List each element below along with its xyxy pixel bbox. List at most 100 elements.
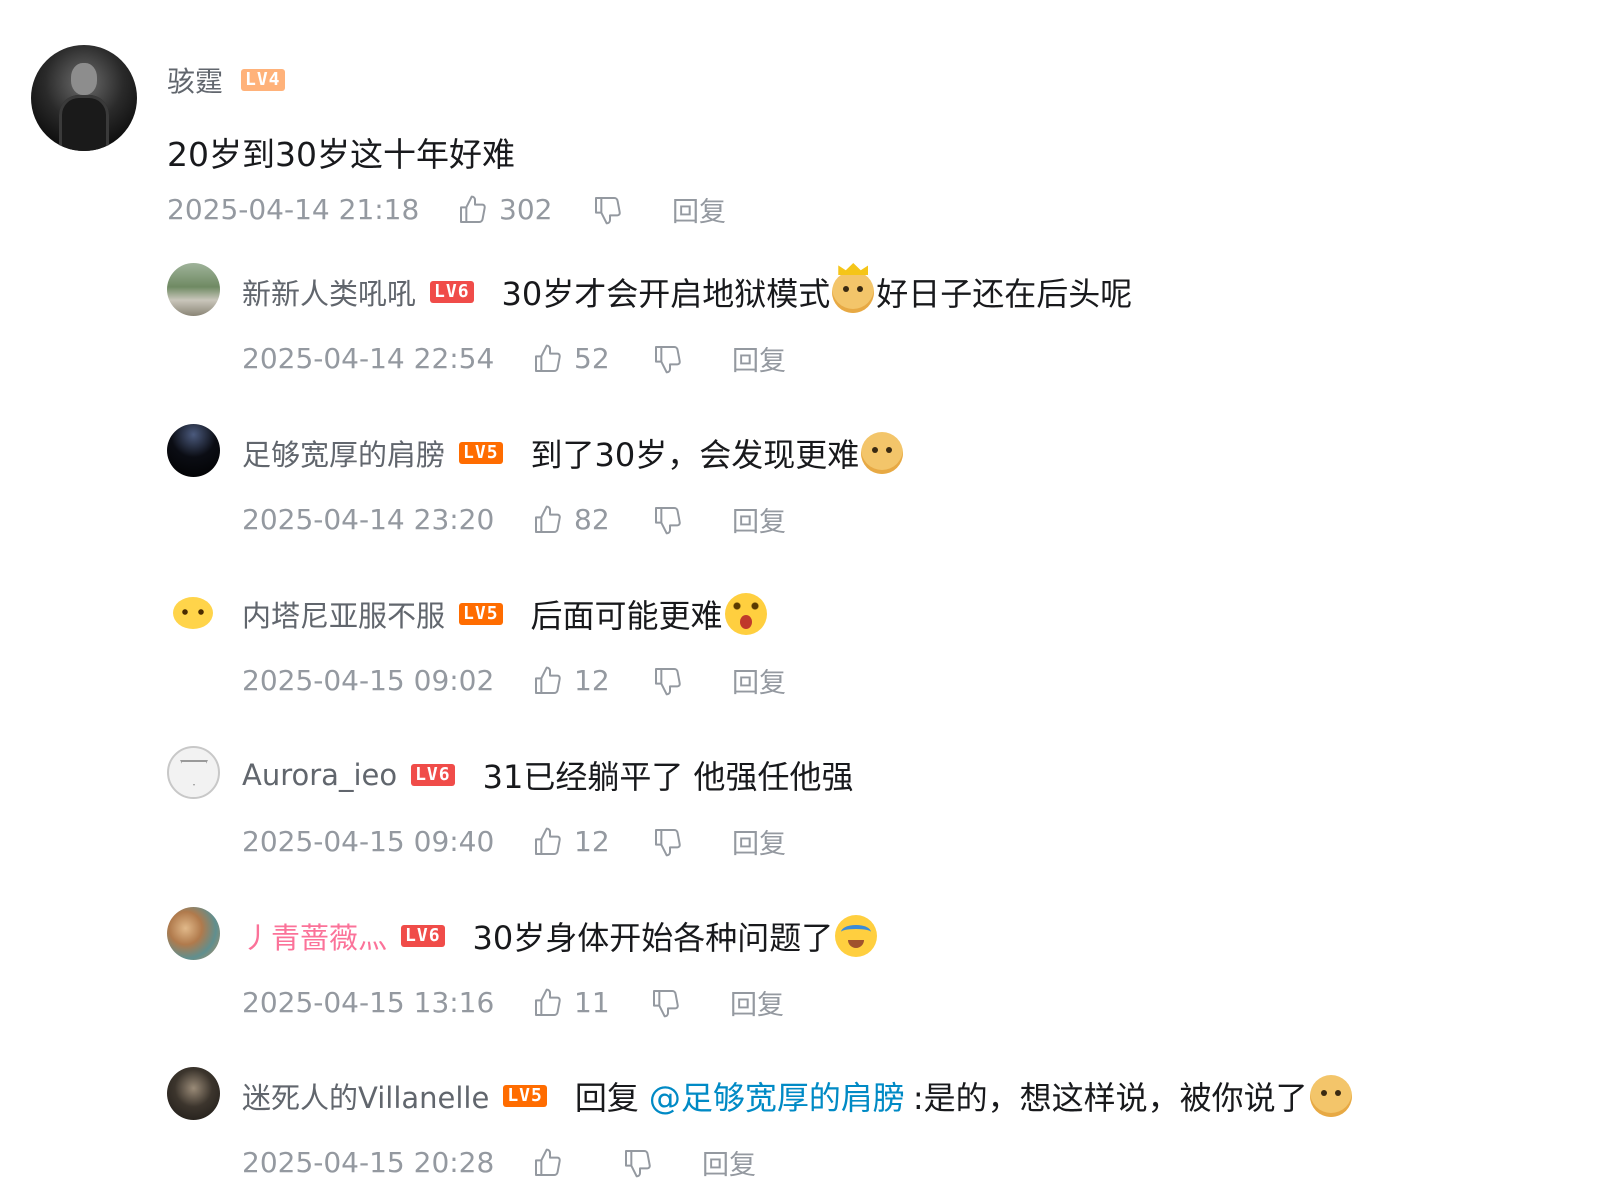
thumbs-up-icon [532,504,564,536]
level-badge: LV5 [459,442,503,464]
timestamp: 2025-04-14 21:18 [167,193,420,226]
avatar-figure-suit [59,95,109,151]
comment-text: 30岁才会开启地狱模式 [501,275,831,313]
doge-crown-emote [832,263,875,313]
comment-content: 20岁到30岁这十年好难 [167,135,515,174]
like-count: 302 [499,193,553,226]
thumbs-up-icon [532,1147,564,1179]
reply-button[interactable]: 回复 [732,500,786,539]
avatar[interactable] [167,585,220,638]
username[interactable]: 骇霆 [167,60,223,100]
reply-button[interactable]: 回复 [702,1143,756,1182]
like-button[interactable]: 11 [532,986,650,1019]
thumbs-down-icon [592,194,624,226]
avatar[interactable] [167,424,220,477]
like-count: 11 [574,986,610,1019]
level-badge: LV4 [241,69,285,91]
comment-meta: 2025-04-14 23:20 82 回复 [242,500,786,539]
reply-line: 足够宽厚的肩膀 LV5 到了30岁，会发现更难 [242,430,905,476]
comment-text: 30岁身体开始各种问题了 [472,919,834,957]
reply-prefix: 回复 [574,1079,639,1117]
timestamp: 2025-04-15 20:28 [242,1146,495,1179]
thumbs-down-icon [652,343,684,375]
timestamp: 2025-04-15 09:40 [242,825,495,858]
like-button[interactable]: 302 [457,193,592,226]
avatar[interactable] [167,907,220,960]
thumbs-up-icon [532,343,564,375]
reply-line: 新新人类吼吼 LV6 30岁才会开启地狱模式 好日子还在后头呢 [242,263,1132,315]
thumbs-down-icon [652,826,684,858]
level-badge: LV6 [430,281,474,303]
username[interactable]: 新新人类吼吼 [242,271,416,313]
doge-emote [1309,1075,1352,1117]
comment-meta: 2025-04-14 21:18 302 回复 [167,190,726,229]
like-count: 12 [574,664,610,697]
like-count: 12 [574,825,610,858]
comment-meta: 2025-04-15 09:02 12 回复 [242,661,786,700]
comment-meta: 2025-04-15 20:28 回复 [242,1143,756,1182]
reply-button[interactable]: 回复 [732,822,786,861]
comment-content: 到了30岁，会发现更难 [531,430,906,476]
username[interactable]: 丿青蔷薇灬 [242,915,387,957]
avatar[interactable] [167,1067,220,1120]
username[interactable]: 内塔尼亚服不服 [242,593,445,635]
thumbs-up-icon [532,826,564,858]
reply-button[interactable]: 回复 [732,339,786,378]
dislike-button[interactable] [652,665,732,697]
comment-meta: 2025-04-14 22:54 52 回复 [242,339,786,378]
comment-content: 31已经躺平了 他强任他强 [483,752,854,798]
like-count: 52 [574,342,610,375]
reply-line: Aurora_ieo LV6 31已经躺平了 他强任他强 [242,752,854,798]
level-badge: LV5 [503,1085,547,1107]
reply-line: 丿青蔷薇灬 LV6 30岁身体开始各种问题了 [242,913,879,959]
dislike-button[interactable] [592,194,672,226]
comment-thread: 骇霆 LV4 20岁到30岁这十年好难 2025-04-14 21:18 302… [0,0,1621,1203]
comment-content: 回复 @足够宽厚的肩膀 :是的，想这样说，被你说了 [575,1073,1354,1119]
thumbs-up-icon [457,194,489,226]
like-button[interactable]: 12 [532,664,652,697]
reply-button[interactable]: 回复 [730,983,784,1022]
username[interactable]: 足够宽厚的肩膀 [242,432,445,474]
dislike-button[interactable] [652,826,732,858]
dislike-button[interactable] [652,504,732,536]
timestamp: 2025-04-15 13:16 [242,986,495,1019]
comment-meta: 2025-04-15 09:40 12 回复 [242,822,786,861]
avatar[interactable] [167,263,220,316]
comment-text: :是的，想这样说，被你说了 [912,1079,1308,1117]
reply-button[interactable]: 回复 [672,190,726,229]
comment-text: 后面可能更难 [530,597,723,635]
avatar[interactable] [167,746,220,799]
username[interactable]: Aurora_ieo [242,758,397,792]
avatar-figure-head [71,63,97,95]
comment-content: 30岁身体开始各种问题了 [473,913,880,959]
username[interactable]: 迷死人的Villanelle [242,1075,489,1117]
like-button[interactable]: 82 [532,503,652,536]
comment-text: 31已经躺平了 他强任他强 [482,758,854,796]
timestamp: 2025-04-15 09:02 [242,664,495,697]
avatar[interactable] [31,45,137,151]
timestamp: 2025-04-14 22:54 [242,342,495,375]
thumbs-up-icon [532,987,564,1019]
thumbs-down-icon [652,504,684,536]
thumbs-down-icon [652,665,684,697]
thumbs-down-icon [650,987,682,1019]
mention-link[interactable]: @足够宽厚的肩膀 [649,1073,905,1119]
reply-line: 迷死人的Villanelle LV5 回复 @足够宽厚的肩膀 :是的，想这样说，… [242,1073,1354,1119]
like-button[interactable]: 52 [532,342,652,375]
like-button[interactable] [532,1147,622,1179]
reply-button[interactable]: 回复 [732,661,786,700]
comment-content: 30岁才会开启地狱模式 好日子还在后头呢 [501,263,1132,315]
level-badge: LV6 [401,925,445,947]
shock-emote [724,593,767,635]
crown-icon [838,263,869,275]
like-button[interactable]: 12 [532,825,652,858]
comment-text: 到了30岁，会发现更难 [530,436,860,474]
reply-line: 内塔尼亚服不服 LV5 后面可能更难 [242,591,769,637]
dislike-button[interactable] [650,987,730,1019]
dislike-button[interactable] [622,1147,702,1179]
comment-content: 后面可能更难 [531,591,769,637]
comment-meta: 2025-04-15 13:16 11 回复 [242,983,784,1022]
timestamp: 2025-04-14 23:20 [242,503,495,536]
dislike-button[interactable] [652,343,732,375]
cry-laugh-emote [835,915,878,957]
